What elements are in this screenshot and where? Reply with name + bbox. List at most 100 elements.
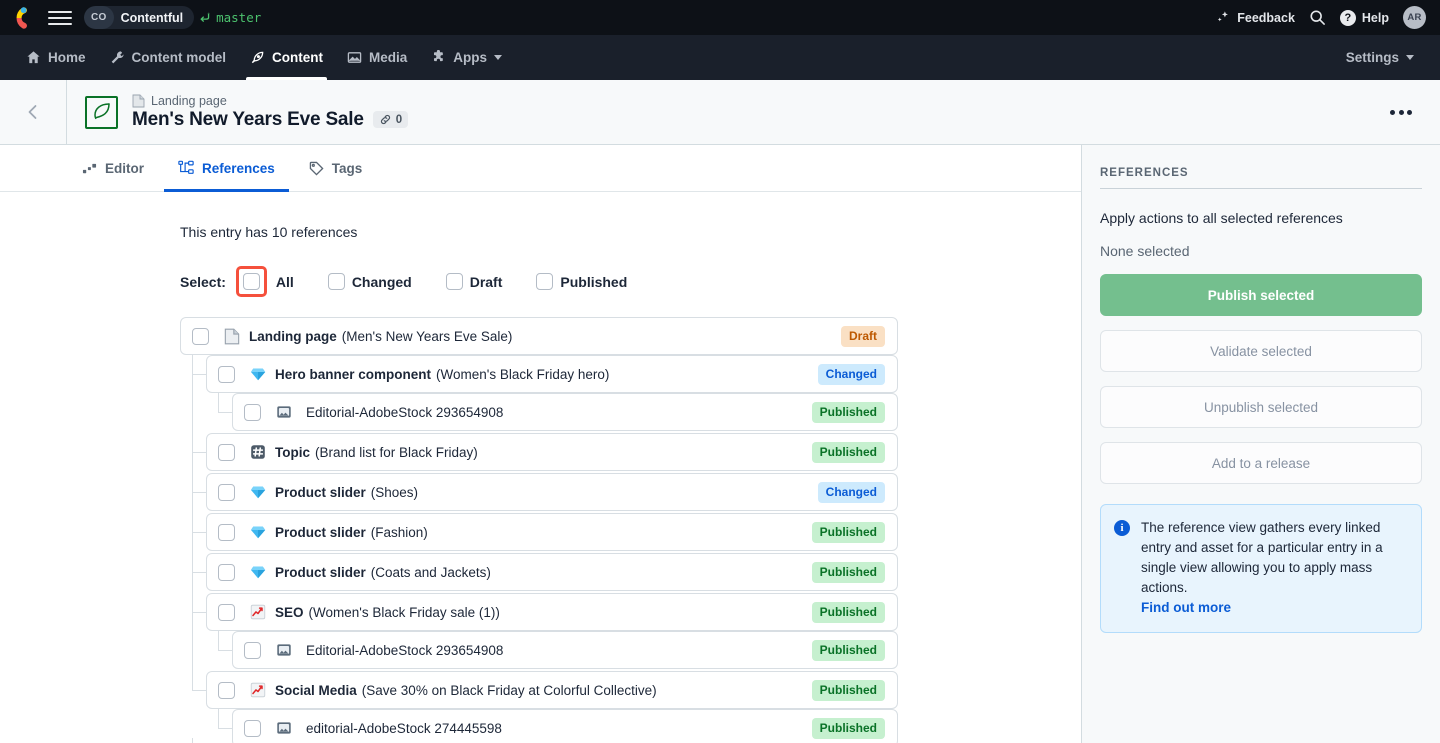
entry-title-row: Men's New Years Eve Sale 0 — [132, 108, 409, 131]
checkbox-filter-changed[interactable] — [327, 273, 345, 290]
filter-label-published[interactable]: Published — [560, 274, 627, 290]
links-count: 0 — [395, 113, 403, 126]
entry-meta: Landing page Men's New Years Eve Sale 0 — [132, 94, 409, 131]
tab-label-editor: Editor — [105, 160, 144, 176]
filter-label-changed[interactable]: Changed — [352, 274, 412, 290]
info-icon: i — [1114, 520, 1130, 536]
status-badge: Draft — [840, 325, 885, 347]
space-selector[interactable]: CO Contentful — [84, 6, 195, 29]
reference-title: (Coats and Jackets) — [370, 564, 491, 580]
feedback-button[interactable]: Feedback — [1216, 10, 1295, 25]
nav-item-content-model[interactable]: Content model — [98, 35, 239, 80]
reference-title: (Women's Black Friday sale (1)) — [308, 604, 500, 620]
table-row[interactable]: Product slider (Coats and Jackets) Publish… — [193, 553, 898, 591]
checkbox-reference-10[interactable] — [244, 719, 261, 737]
nav-label-media: Media — [369, 50, 408, 65]
table-row[interactable]: Editorial-AdobeStock 293654908 Published — [218, 631, 898, 698]
table-row[interactable]: Editorial-AdobeStock 293654908 Published — [218, 393, 898, 460]
checkbox-reference-0[interactable] — [192, 327, 209, 345]
status-badge: Published — [811, 561, 885, 583]
select-filters-row: Select: All Changed Draft Published — [180, 266, 1081, 297]
links-badge[interactable]: 0 — [372, 111, 409, 128]
list-item: Social Media (Save 30% on Black Friday at… — [180, 671, 1081, 743]
table-row[interactable]: editorial-AdobeStock 274445598 Published — [218, 709, 898, 743]
contentful-logo[interactable] — [14, 6, 36, 29]
nav-item-settings[interactable]: Settings — [1334, 50, 1426, 65]
table-row[interactable]: Landing page (Men's New Years Eve Sale) Dr… — [180, 317, 898, 355]
diamond-icon — [249, 524, 267, 540]
search-button[interactable] — [1309, 9, 1326, 26]
filter-group-draft: Draft — [445, 273, 503, 290]
nav-label-settings: Settings — [1345, 50, 1399, 65]
table-row[interactable]: SEO (Women's Black Friday sale (1)) Publis… — [193, 593, 898, 631]
checkbox-reference-9[interactable] — [218, 681, 235, 699]
tab-tags[interactable]: Tags — [295, 145, 377, 191]
more-actions-button[interactable] — [1382, 102, 1420, 123]
home-icon — [26, 50, 41, 65]
unpublish-selected-button[interactable]: Unpublish selected — [1100, 386, 1422, 428]
checkbox-reference-3[interactable] — [218, 443, 235, 461]
references-sidebar: REFERENCES Apply actions to all selected… — [1081, 145, 1440, 743]
tab-references[interactable]: References — [164, 145, 289, 192]
reference-type-name: Product slider — [275, 564, 366, 580]
image-icon — [347, 50, 362, 65]
nav-item-content[interactable]: Content — [238, 35, 335, 80]
filter-label-all[interactable]: All — [276, 274, 294, 290]
status-badge: Published — [811, 521, 885, 543]
table-row[interactable]: Topic (Brand list for Black Friday) Publis… — [193, 433, 898, 471]
back-button[interactable] — [0, 80, 66, 144]
filter-label-draft[interactable]: Draft — [470, 274, 503, 290]
feedback-label: Feedback — [1237, 10, 1295, 25]
hamburger-icon[interactable] — [48, 6, 72, 30]
table-row[interactable]: Product slider (Shoes) Changed — [193, 473, 898, 511]
info-note-body: The reference view gathers every linked … — [1141, 518, 1407, 618]
table-row[interactable]: Social Media (Save 30% on Black Friday at… — [192, 671, 898, 738]
filter-group-published: Published — [536, 273, 627, 290]
chart-increasing-icon — [249, 682, 267, 698]
help-button[interactable]: ? Help — [1339, 9, 1389, 26]
list-item: Product slider (Coats and Jackets) Publish… — [180, 553, 1081, 591]
publish-selected-button[interactable]: Publish selected — [1100, 274, 1422, 316]
avatar[interactable]: AR — [1403, 6, 1426, 29]
checkbox-reference-2[interactable] — [244, 403, 261, 421]
table-row[interactable]: Product slider (Fashion) Published — [193, 513, 898, 551]
tab-label-references: References — [202, 160, 275, 176]
nav-label-home: Home — [48, 50, 86, 65]
status-badge: Changed — [817, 363, 885, 385]
checkbox-reference-1[interactable] — [218, 365, 235, 383]
tab-editor[interactable]: Editor — [68, 145, 158, 191]
nav-item-home[interactable]: Home — [14, 35, 98, 80]
checkbox-filter-published[interactable] — [536, 273, 554, 290]
chevron-down-icon — [494, 55, 503, 60]
add-to-release-button[interactable]: Add to a release — [1100, 442, 1422, 484]
chart-increasing-icon — [249, 604, 267, 620]
branch-icon — [198, 11, 211, 24]
sidebar-title: REFERENCES — [1100, 167, 1422, 189]
validate-selected-button[interactable]: Validate selected — [1100, 330, 1422, 372]
link-icon — [379, 113, 392, 126]
reference-type-name: Product slider — [275, 524, 366, 540]
checkbox-filter-draft[interactable] — [445, 273, 463, 290]
list-item: Editorial-AdobeStock 293654908 Published — [180, 393, 1081, 460]
branch-selector[interactable]: master — [194, 10, 273, 25]
checkbox-reference-5[interactable] — [218, 523, 235, 541]
selection-status: None selected — [1100, 243, 1190, 259]
reference-children: Editorial-AdobeStock 293654908 Published — [180, 611, 1081, 698]
tag-icon — [309, 161, 324, 176]
filter-group-changed: Changed — [327, 273, 412, 290]
tab-label-tags: Tags — [331, 160, 363, 176]
checkbox-reference-8[interactable] — [244, 641, 261, 659]
reference-title: (Fashion) — [370, 524, 428, 540]
find-out-more-link[interactable]: Find out more — [1141, 598, 1407, 618]
table-row[interactable]: Hero banner component (Women's Black Frid… — [193, 355, 898, 393]
status-badge: Published — [811, 679, 885, 701]
diamond-icon — [249, 366, 267, 382]
checkbox-reference-4[interactable] — [218, 483, 235, 501]
checkbox-reference-6[interactable] — [218, 563, 235, 581]
checkbox-select-all[interactable] — [242, 273, 260, 290]
page-title: Men's New Years Eve Sale — [132, 108, 364, 130]
select-all-highlight — [235, 266, 267, 297]
nav-item-media[interactable]: Media — [335, 35, 419, 80]
checkbox-reference-7[interactable] — [218, 603, 235, 621]
nav-item-apps[interactable]: Apps — [419, 35, 514, 80]
